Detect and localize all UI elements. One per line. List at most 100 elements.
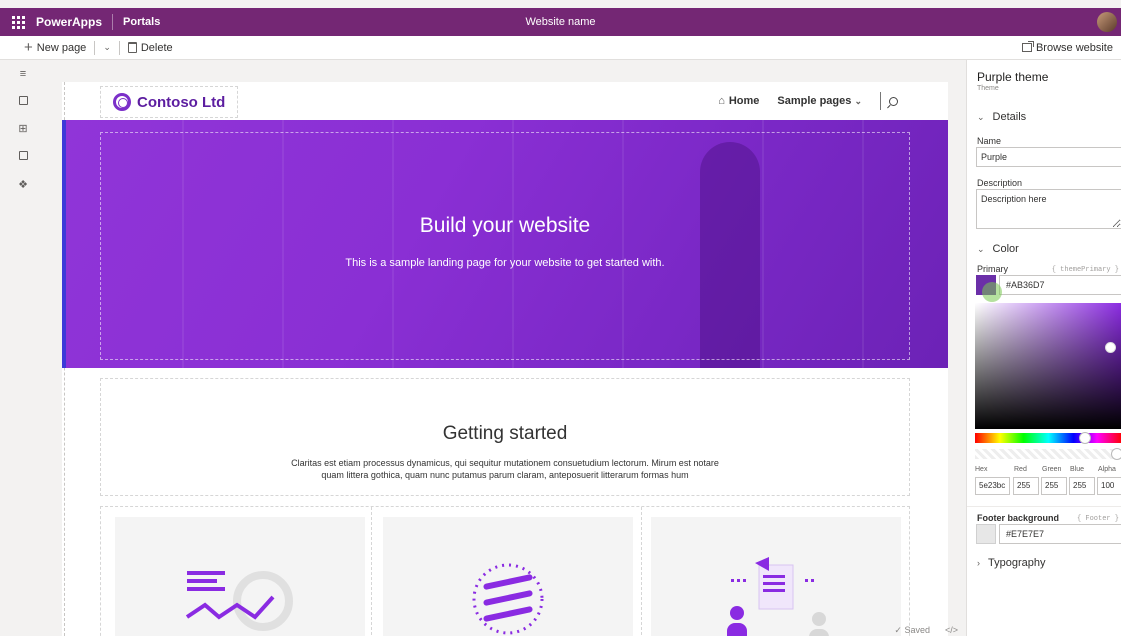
templates-icon[interactable]: ❖: [17, 179, 29, 191]
getting-started-title: Getting started: [442, 423, 568, 444]
hex-channel-field[interactable]: 5e23bc: [975, 477, 1010, 495]
hex-channel-label: Hex: [975, 466, 988, 473]
hamburger-menu-icon[interactable]: ≡: [17, 68, 29, 80]
command-divider: [118, 40, 120, 55]
new-page-dropdown-icon[interactable]: ⌄: [97, 42, 117, 53]
delete-button[interactable]: Delete: [122, 42, 179, 54]
blue-channel-field[interactable]: 255: [1069, 477, 1095, 495]
footer-background-label: Footer background: [977, 513, 1060, 523]
column-divider: [371, 507, 372, 636]
page-canvas: Contoso Ltd ⌂ Home Sample pages ⌄ Build …: [62, 82, 948, 636]
new-page-label: New page: [36, 41, 87, 54]
primary-hex-field[interactable]: #AB36D7: [999, 275, 1121, 295]
details-section-toggle[interactable]: ⌄ Details: [977, 111, 1026, 123]
footer-color-swatch[interactable]: [976, 524, 996, 544]
description-field[interactable]: Description here: [976, 189, 1121, 229]
logo-text: Contoso Ltd: [137, 93, 226, 111]
logo-icon: [113, 93, 131, 111]
panel-subtitle: Theme: [977, 85, 999, 92]
chevron-down-icon: ⌄: [854, 96, 862, 106]
alpha-channel-label: Alpha: [1098, 466, 1116, 473]
blue-channel-label: Blue: [1070, 466, 1085, 473]
chevron-down-icon: ⌄: [977, 111, 985, 122]
footer-token: { Footer }: [1076, 515, 1119, 523]
typography-section-toggle[interactable]: › Typography: [977, 557, 1045, 569]
getting-started-body: Claritas est etiam processus dynamicus, …: [291, 458, 719, 480]
panel-title: Purple theme: [977, 70, 1049, 84]
hue-slider-handle[interactable]: [1079, 432, 1091, 444]
alpha-channel-field[interactable]: 100: [1097, 477, 1121, 495]
footer-hex-field[interactable]: #E7E7E7: [999, 524, 1121, 544]
hero-title[interactable]: Build your website: [62, 214, 948, 238]
getting-started-section[interactable]: Getting started Claritas est etiam proce…: [100, 378, 910, 496]
open-external-icon: [1021, 41, 1034, 52]
left-rail: ≡ ⊞ ❖: [0, 60, 46, 636]
nav-divider: [880, 92, 881, 110]
site-nav: ⌂ Home Sample pages ⌄: [718, 92, 898, 110]
hero-selection-accent: [62, 120, 66, 368]
command-divider: [94, 40, 96, 55]
components-icon[interactable]: ⊞: [17, 123, 29, 135]
nav-sample-pages-label: Sample pages: [777, 95, 852, 107]
primary-token: { themePrimary }: [1051, 266, 1119, 274]
app-launcher-icon[interactable]: [0, 8, 36, 36]
integration-illustration-icon: [472, 563, 544, 635]
details-header: Details: [992, 111, 1027, 123]
green-channel-label: Green: [1042, 466, 1062, 473]
alpha-slider-handle[interactable]: [1111, 448, 1121, 460]
site-logo[interactable]: Contoso Ltd: [100, 86, 238, 118]
red-channel-label: Red: [1014, 466, 1027, 473]
new-page-button[interactable]: + New page: [0, 40, 92, 55]
delete-label: Delete: [140, 41, 173, 54]
column-divider: [641, 507, 642, 636]
home-icon: ⌂: [718, 95, 725, 107]
name-field[interactable]: [976, 147, 1121, 167]
browse-website-label: Browse website: [1035, 41, 1113, 54]
alpha-slider[interactable]: [975, 449, 1121, 459]
green-channel-field[interactable]: 255: [1041, 477, 1067, 495]
feature-cards-section: [100, 506, 910, 636]
red-channel-field[interactable]: 255: [1013, 477, 1039, 495]
feature-card[interactable]: [115, 517, 365, 636]
user-avatar[interactable]: [1097, 12, 1117, 32]
hue-slider[interactable]: [975, 433, 1121, 443]
plus-icon: +: [24, 39, 33, 56]
analytics-illustration-icon: [185, 571, 293, 631]
color-picker-handle[interactable]: [1105, 342, 1116, 353]
color-picker-area[interactable]: [975, 303, 1121, 429]
site-header: Contoso Ltd ⌂ Home Sample pages ⌄: [62, 82, 948, 120]
hero-content-frame: [100, 132, 910, 360]
browse-website-button[interactable]: Browse website: [1016, 41, 1119, 54]
feature-card[interactable]: [383, 517, 633, 636]
app-name[interactable]: PowerApps: [36, 15, 112, 29]
color-header: Color: [992, 243, 1019, 255]
section-name[interactable]: Portals: [123, 16, 160, 28]
chevron-right-icon: ›: [977, 558, 980, 568]
status-bar: ✓ Saved </>: [46, 624, 966, 636]
search-icon[interactable]: [889, 96, 898, 106]
color-section-toggle[interactable]: ⌄ Color: [977, 243, 1019, 255]
trash-icon: [127, 42, 137, 53]
panel-divider: [967, 506, 1121, 507]
nav-sample-pages[interactable]: Sample pages ⌄: [777, 95, 862, 107]
hero-subtitle[interactable]: This is a sample landing page for your w…: [62, 257, 948, 269]
properties-panel: Purple theme Theme ⌄ Details Name Descri…: [966, 60, 1121, 636]
hero-section[interactable]: Build your website This is a sample land…: [62, 120, 948, 368]
feature-card[interactable]: [651, 517, 901, 636]
people-illustration-icon: [727, 557, 829, 636]
chevron-down-icon: ⌄: [977, 243, 985, 254]
header-divider: [112, 14, 114, 30]
nav-home-label: Home: [728, 95, 760, 107]
save-status-label: Saved: [904, 625, 930, 635]
command-bar: + New page ⌄ Delete Browse website: [0, 36, 1121, 60]
code-view-icon[interactable]: </>: [945, 625, 958, 635]
nav-home[interactable]: ⌂ Home: [718, 95, 759, 107]
primary-label: Primary: [977, 264, 1008, 274]
save-status: ✓ Saved: [894, 625, 930, 635]
app-header-bar: PowerApps Portals Website name: [0, 8, 1121, 36]
pages-icon[interactable]: [17, 96, 29, 108]
name-label: Name: [977, 136, 1002, 146]
themes-icon[interactable]: [17, 151, 29, 163]
pointer-cursor-icon: [982, 282, 1002, 302]
typography-header: Typography: [988, 557, 1046, 569]
